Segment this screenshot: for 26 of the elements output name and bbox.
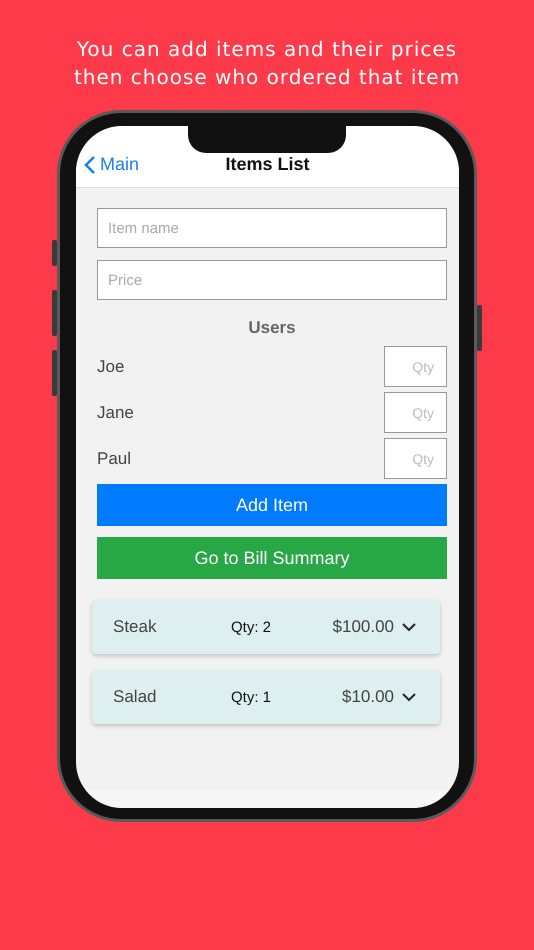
item-qty: Qty: 1 [231, 688, 272, 706]
summary-button[interactable]: Go to Bill Summary [97, 537, 447, 579]
caption-text: then choose who ordered that item [74, 64, 460, 90]
qty-field[interactable]: Qty [384, 392, 447, 433]
page-title: Items List [225, 154, 310, 175]
chevron-down-icon[interactable] [402, 692, 416, 702]
section-heading: Users [247, 318, 297, 338]
user-name: Paul [97, 448, 132, 468]
user-name: Joe [97, 356, 124, 376]
add-button[interactable]: Add Item [97, 484, 447, 526]
item-card[interactable]: Steak Qty: 2 $100.00 [92, 600, 440, 654]
user-name: Jane [97, 402, 134, 422]
chevron-left-icon [84, 154, 96, 174]
qty-field[interactable]: Qty [384, 346, 447, 387]
item-card[interactable]: Salad Qty: 1 $10.00 [92, 670, 440, 724]
item-price: $100.00 [332, 617, 394, 637]
item-name-field[interactable]: Item name [97, 208, 447, 248]
qty-field[interactable]: Qty [384, 438, 447, 479]
item-price: $10.00 [342, 687, 394, 707]
item-name: Salad [113, 687, 158, 707]
price-field[interactable]: Price [97, 260, 447, 300]
back-button[interactable]: Main [84, 154, 140, 175]
item-qty: Qty: 2 [231, 618, 272, 636]
item-name: Steak [113, 617, 158, 637]
caption-text: You can add items and their prices [76, 36, 458, 62]
chevron-down-icon[interactable] [402, 622, 416, 632]
